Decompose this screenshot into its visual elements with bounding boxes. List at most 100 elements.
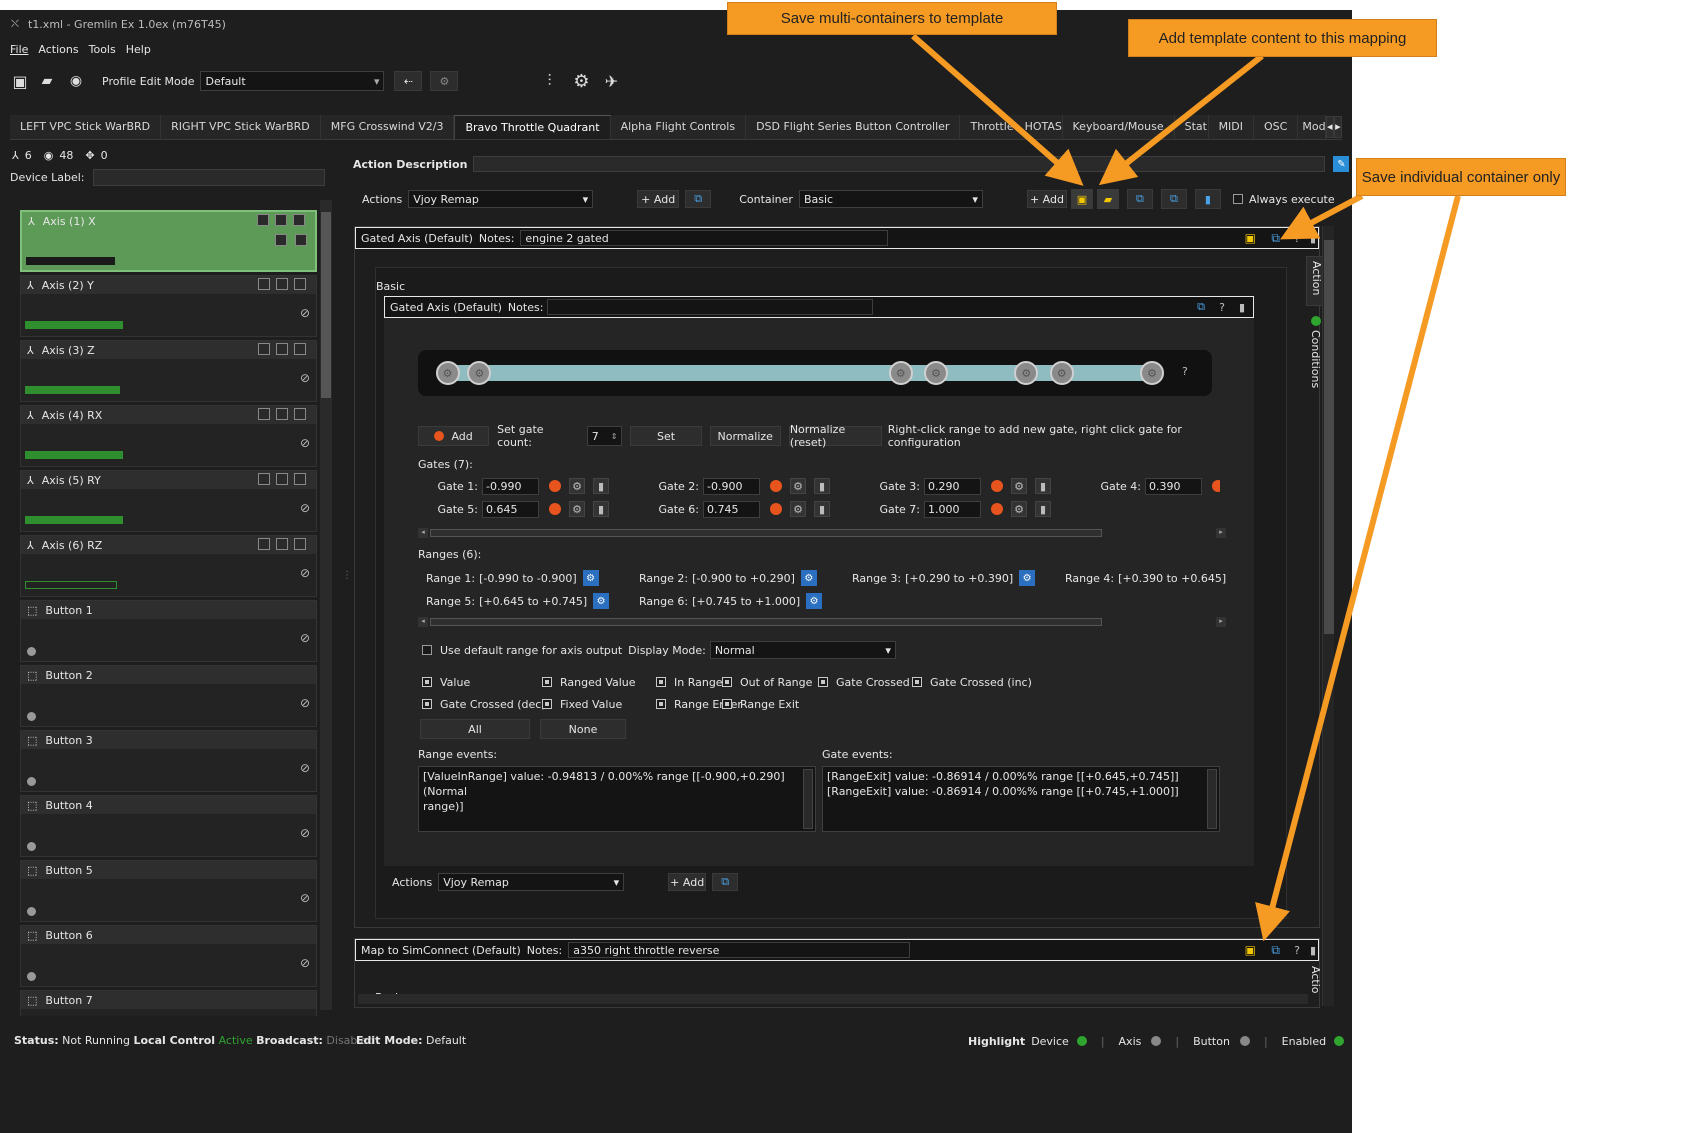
scrollbar-thumb[interactable] <box>321 212 331 398</box>
scroll-thumb[interactable] <box>430 529 1102 537</box>
trash-icon[interactable] <box>293 214 305 226</box>
button-input-item[interactable]: ⬚ Button 5 ⊘ <box>20 860 317 922</box>
trash-icon[interactable] <box>294 278 306 290</box>
gate-settings-icon[interactable]: ⚙ <box>569 501 585 517</box>
inner-paste-icon[interactable]: ⧉ <box>712 873 739 891</box>
load-template-icon[interactable]: ▰ <box>1096 189 1119 209</box>
merge-icon[interactable] <box>276 343 288 355</box>
tab-stat[interactable]: Stat <box>1174 114 1209 139</box>
scroll-thumb[interactable] <box>430 618 1102 626</box>
scroll-right-icon[interactable]: ▸ <box>1216 617 1226 627</box>
add-action-button[interactable]: + Add <box>637 190 680 208</box>
range-events-scrollbar[interactable] <box>803 769 813 829</box>
tab-osc[interactable]: OSC <box>1254 114 1299 139</box>
save-container-icon[interactable]: ▣ <box>1245 231 1256 245</box>
gate-value-input[interactable]: 0.645 <box>482 500 539 518</box>
range-settings-icon[interactable]: ⚙ <box>800 570 817 586</box>
merge-icon[interactable] <box>276 408 288 420</box>
axis-input-item[interactable]: ⅄ Axis (2) Y ⊘ <box>20 275 317 337</box>
delete-icon[interactable]: ▮ <box>1239 301 1245 314</box>
trash-icon[interactable] <box>294 473 306 485</box>
axis-highlight-toggle[interactable] <box>1151 1036 1162 1046</box>
gate-value-input[interactable]: 0.745 <box>703 500 760 518</box>
button-input-item[interactable]: ⬚Button 7⊘ <box>20 990 317 1016</box>
record-gate-icon[interactable] <box>549 480 561 492</box>
inner-add-button[interactable]: + Add <box>668 873 707 891</box>
trash-icon[interactable] <box>294 343 306 355</box>
container-notes-input[interactable]: engine 2 gated <box>520 230 889 246</box>
normalize-reset-button[interactable]: Normalize (reset) <box>788 423 882 449</box>
event-filter-option[interactable]: Range Exit <box>722 696 799 712</box>
merge-icon[interactable] <box>276 473 288 485</box>
add-gate-button[interactable]: Add <box>418 426 490 446</box>
gate-delete-icon[interactable]: ▮ <box>1035 478 1051 494</box>
gate-delete-icon[interactable]: ▮ <box>1035 501 1051 517</box>
gate-handle[interactable]: ⚙ <box>1014 361 1039 385</box>
event-filter-checkbox[interactable] <box>656 699 666 709</box>
save-template-icon[interactable]: ▣ <box>1070 189 1093 209</box>
menu-actions[interactable]: Actions <box>38 43 78 56</box>
device-highlight-toggle[interactable] <box>1076 1036 1087 1046</box>
none-button[interactable]: None <box>540 719 626 739</box>
save-icon[interactable]: ▣ <box>10 71 30 91</box>
record-gate-icon[interactable] <box>1212 480 1220 492</box>
button-input-item[interactable]: ⬚ Button 4 ⊘ <box>20 795 317 857</box>
gate-delete-icon[interactable]: ▮ <box>593 501 609 517</box>
open-folder-icon[interactable]: ▰ <box>36 71 58 91</box>
axis-input-item[interactable]: ⅄ Axis (1) X <box>20 210 317 272</box>
button-highlight-toggle[interactable] <box>1239 1036 1250 1046</box>
curve-icon[interactable] <box>258 473 270 485</box>
slider-help-icon[interactable]: ? <box>1182 365 1188 378</box>
trash-icon[interactable] <box>294 408 306 420</box>
edit-description-icon[interactable]: ✎ <box>1333 156 1350 172</box>
spin-arrows-icon[interactable]: ⇕ <box>611 432 618 441</box>
range-settings-icon[interactable]: ⚙ <box>593 593 610 609</box>
record-gate-icon[interactable] <box>991 480 1003 492</box>
tab-mode[interactable]: Mode <box>1298 114 1326 139</box>
tab-keyboard-mouse[interactable]: Keyboard/Mouse <box>1062 114 1175 139</box>
gate-delete-icon[interactable]: ▮ <box>814 478 830 494</box>
axis-input-item[interactable]: ⅄ Axis (6) RZ ⊘ <box>20 535 317 597</box>
paste-container-icon[interactable]: ⧉ <box>1160 189 1187 209</box>
gate-settings-icon[interactable]: ⚙ <box>790 501 806 517</box>
settings-small-icon[interactable]: ⚙ <box>430 71 459 91</box>
tab-throttle-hotas[interactable]: Throttle - HOTAS Warthog <box>960 114 1063 139</box>
gate-count-spinbox[interactable]: 7 ⇕ <box>586 426 623 446</box>
event-filter-checkbox[interactable] <box>422 699 432 709</box>
help-icon[interactable]: ? <box>1294 232 1300 245</box>
axis-input-item[interactable]: ⅄ Axis (4) RX ⊘ <box>20 405 317 467</box>
delete-icon[interactable]: ▮ <box>1310 944 1316 957</box>
button-input-item[interactable]: ⬚ Button 2 ⊘ <box>20 665 317 727</box>
gated-axis-notes-input[interactable] <box>547 299 874 315</box>
gate-handle[interactable]: ⚙ <box>1049 361 1074 385</box>
main-scroll-thumb[interactable] <box>1324 240 1334 634</box>
event-filter-option[interactable]: Gate Crossed (dec) <box>422 696 546 712</box>
default-range-checkbox[interactable] <box>422 645 432 655</box>
gear-icon[interactable]: ⚙ <box>570 71 592 92</box>
duplicate-container-icon[interactable]: ⧉ <box>1271 943 1280 958</box>
event-filter-option[interactable]: Fixed Value <box>542 696 622 712</box>
gamepad-icon[interactable]: ◉ <box>64 71 88 91</box>
display-mode-select[interactable]: Normal ▾ <box>709 641 896 659</box>
tab-mfg-crosswind[interactable]: MFG Crosswind V2/3 <box>320 114 455 139</box>
merge-icon[interactable] <box>276 538 288 550</box>
gate-settings-icon[interactable]: ⚙ <box>1011 478 1027 494</box>
delete-container-icon[interactable]: ▮ <box>1194 189 1221 209</box>
tab-scroll-right[interactable]: ▸ <box>1333 115 1342 138</box>
event-filter-checkbox[interactable] <box>912 677 922 687</box>
delete-icon[interactable]: ▮ <box>1310 232 1316 245</box>
all-button[interactable]: All <box>420 719 530 739</box>
splitter-handle[interactable]: ⋮ <box>342 570 352 590</box>
horizontal-scrollbar[interactable] <box>358 994 1308 1004</box>
add-container-button[interactable]: + Add <box>1026 190 1067 208</box>
button-input-item[interactable]: ⬚ Button 1 ⊘ <box>20 600 317 662</box>
gate-settings-icon[interactable]: ⚙ <box>1011 501 1027 517</box>
event-filter-checkbox[interactable] <box>722 677 732 687</box>
record-gate-icon[interactable] <box>770 480 782 492</box>
set-button[interactable]: Set <box>630 426 702 446</box>
range-settings-icon[interactable]: ⚙ <box>1019 570 1036 586</box>
trash-icon[interactable] <box>294 538 306 550</box>
add-icon[interactable] <box>295 234 307 246</box>
paste-action-icon[interactable]: ⧉ <box>685 190 712 208</box>
curve-icon[interactable] <box>258 408 270 420</box>
